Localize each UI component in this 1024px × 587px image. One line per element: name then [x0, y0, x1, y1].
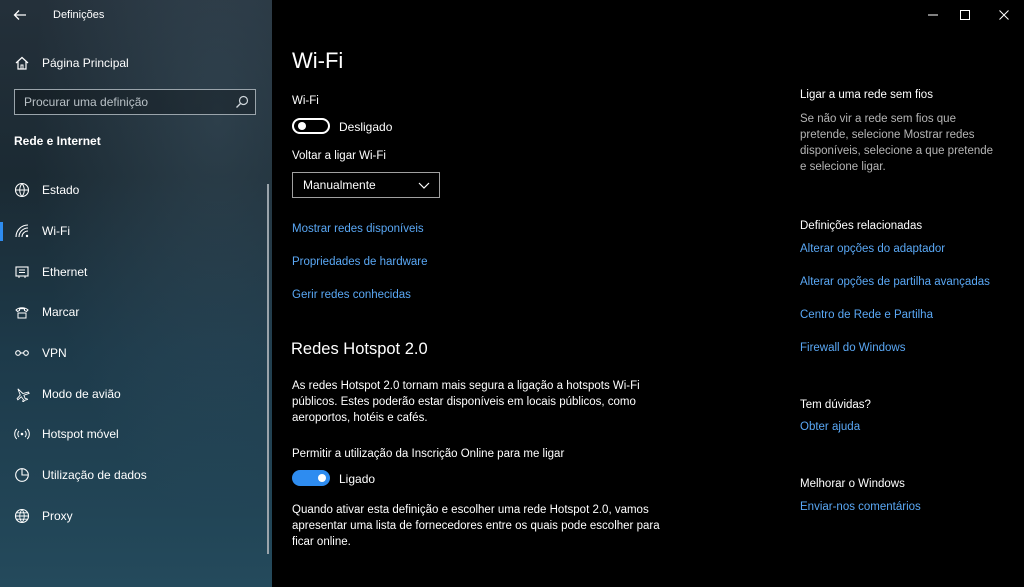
online-signup-toggle[interactable]: [292, 470, 330, 486]
sidebar-item-label: Ethernet: [42, 264, 88, 279]
sidebar-item-marcar[interactable]: Marcar: [0, 292, 272, 333]
hotspot-icon: [14, 426, 30, 442]
online-signup-label: Permitir a utilização da Inscrição Onlin…: [292, 448, 565, 460]
turn-back-on-select[interactable]: Manualmente: [292, 172, 440, 198]
sidebar-item-hotspot[interactable]: Hotspot móvel: [0, 414, 272, 455]
sidebar-scrollbar[interactable]: [267, 184, 269, 554]
wifi-toggle-label: Wi-Fi: [292, 95, 319, 107]
airplane-icon: [14, 386, 30, 402]
maximize-button[interactable]: [950, 6, 980, 24]
hotspot-section-title: Redes Hotspot 2.0: [291, 340, 428, 358]
hotspot-description-line: aeroportos, hotéis e cafés.: [292, 412, 428, 424]
search-icon[interactable]: [235, 95, 249, 109]
send-feedback-link[interactable]: Enviar-nos comentários: [800, 501, 921, 513]
back-button[interactable]: [10, 6, 30, 24]
minimize-icon: [928, 14, 938, 16]
connect-help-text: Se não vir a rede sem fios que pretende,…: [800, 111, 1020, 175]
page-title: Wi-Fi: [292, 48, 344, 73]
search-input[interactable]: [15, 94, 236, 110]
sidebar-item-airplane[interactable]: Modo de avião: [0, 373, 272, 414]
sidebar-item-label: Wi-Fi: [42, 224, 70, 239]
home-label: Página Principal: [42, 56, 129, 70]
hotspot-note-line: Quando ativar esta definição e escolher …: [292, 504, 649, 516]
connect-help-line: pretende, selecione Mostrar redes: [800, 129, 975, 141]
questions-title: Tem dúvidas?: [800, 399, 871, 411]
ethernet-icon: [14, 264, 30, 280]
section-title: Rede e Internet: [14, 134, 101, 148]
hotspot-description-line: As redes Hotspot 2.0 tornam mais segura …: [292, 380, 640, 392]
sidebar-item-label: Modo de avião: [42, 386, 121, 401]
sidebar-item-label: VPN: [42, 346, 67, 361]
main-panel: Wi-Fi Wi-Fi Desligado Voltar a ligar Wi-…: [272, 0, 1024, 587]
chevron-down-icon: [417, 178, 431, 192]
wifi-icon: [14, 223, 30, 239]
close-button[interactable]: [989, 6, 1019, 24]
data-usage-icon: [14, 467, 30, 483]
windows-firewall-link[interactable]: Firewall do Windows: [800, 342, 905, 354]
sidebar-item-proxy[interactable]: Proxy: [0, 496, 272, 537]
turn-back-on-value: Manualmente: [303, 178, 376, 192]
home-icon: [14, 55, 30, 71]
turn-back-on-label: Voltar a ligar Wi-Fi: [292, 150, 386, 162]
sidebar-item-ethernet[interactable]: Ethernet: [0, 251, 272, 292]
hotspot-note: Quando ativar esta definição e escolher …: [292, 502, 660, 550]
toggle-knob: [318, 474, 326, 482]
connect-help-line: e selecione ligar.: [800, 161, 886, 173]
toggle-knob: [298, 122, 306, 130]
vpn-icon: [14, 345, 30, 361]
related-settings-title: Definições relacionadas: [800, 220, 923, 232]
sidebar: Definições Página Principal Rede e Inter…: [0, 0, 272, 587]
sidebar-item-wifi[interactable]: Wi-Fi: [0, 211, 272, 252]
dial-up-icon: [14, 304, 30, 320]
title-bar: Definições: [0, 0, 272, 30]
app-title: Definições: [53, 9, 105, 21]
wifi-toggle[interactable]: [292, 118, 330, 134]
maximize-icon: [960, 10, 970, 20]
sidebar-item-label: Estado: [42, 183, 80, 198]
hotspot-note-line: apresentar uma lista de fornecedores ent…: [292, 520, 660, 532]
globe-icon: [14, 508, 30, 524]
hotspot-description-line: públicos. Estes poderão estar disponívei…: [292, 396, 636, 408]
sidebar-item-label: Marcar: [42, 305, 80, 320]
sidebar-item-label: Hotspot móvel: [42, 427, 119, 442]
back-arrow-icon: [13, 10, 26, 20]
sidebar-item-data-usage[interactable]: Utilização de dados: [0, 455, 272, 496]
wifi-toggle-state: Desligado: [339, 120, 393, 134]
advanced-sharing-link[interactable]: Alterar opções de partilha avançadas: [800, 276, 990, 288]
sidebar-item-vpn[interactable]: VPN: [0, 333, 272, 374]
manage-known-networks-link[interactable]: Gerir redes conhecidas: [292, 289, 411, 301]
sidebar-item-estado[interactable]: Estado: [0, 170, 272, 211]
get-help-link[interactable]: Obter ajuda: [800, 421, 860, 433]
hotspot-description: As redes Hotspot 2.0 tornam mais segura …: [292, 378, 640, 426]
globe-status-icon: [14, 182, 30, 198]
connect-help-line: disponíveis, selecione a que pretende: [800, 145, 994, 157]
network-sharing-center-link[interactable]: Centro de Rede e Partilha: [800, 309, 933, 321]
connect-help-line: Se não vir a rede sem fios que: [800, 113, 956, 125]
connect-help-title: Ligar a uma rede sem fios: [800, 89, 933, 101]
sidebar-nav: Estado Wi-Fi Ethernet Marcar VPN Modo de…: [0, 170, 272, 536]
hardware-properties-link[interactable]: Propriedades de hardware: [292, 256, 428, 268]
show-networks-link[interactable]: Mostrar redes disponíveis: [292, 223, 424, 235]
close-icon: [999, 10, 1009, 20]
hotspot-note-line: ficar online.: [292, 536, 351, 548]
sidebar-item-label: Utilização de dados: [42, 468, 147, 483]
minimize-button[interactable]: [918, 6, 948, 24]
improve-windows-title: Melhorar o Windows: [800, 478, 905, 490]
sidebar-item-label: Proxy: [42, 508, 73, 523]
adapter-options-link[interactable]: Alterar opções do adaptador: [800, 243, 945, 255]
search-box[interactable]: [14, 89, 256, 115]
online-signup-toggle-state: Ligado: [339, 472, 376, 486]
home-link[interactable]: Página Principal: [14, 52, 129, 74]
